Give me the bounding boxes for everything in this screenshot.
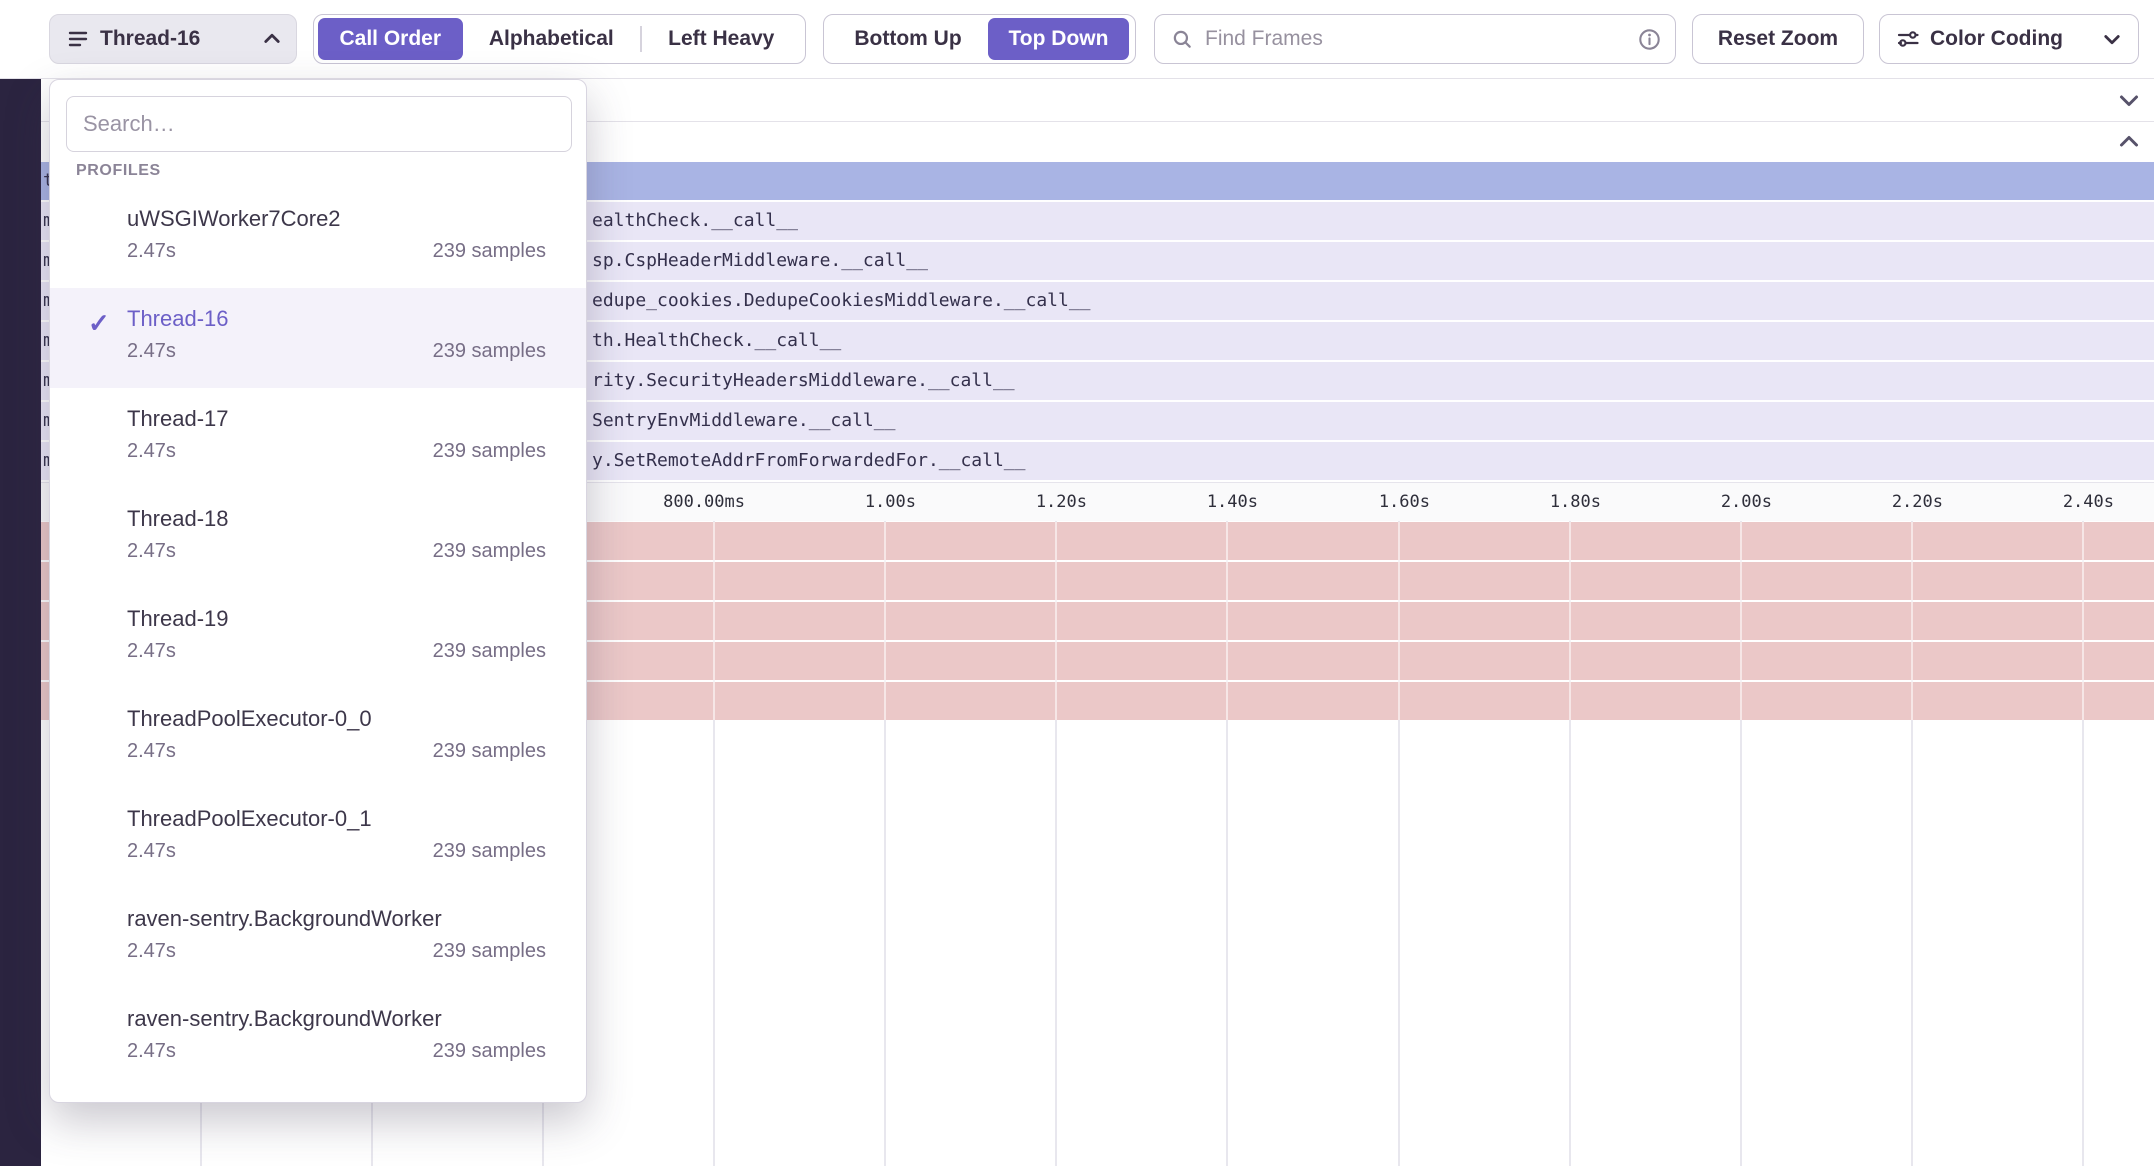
thread-selector-label: Thread-16 — [100, 27, 252, 51]
search-icon — [1171, 28, 1193, 50]
profile-option[interactable]: Thread-182.47s 239 samples — [50, 488, 586, 588]
color-coding-button[interactable]: Color Coding — [1879, 14, 2139, 64]
profile-duration: 2.47s — [127, 934, 176, 968]
profile-samples: 239 samples — [433, 834, 546, 868]
profile-option[interactable]: Thread-192.47s 239 samples — [50, 588, 586, 688]
profile-subline: 2.47s 239 samples — [127, 1034, 546, 1068]
profile-duration: 2.47s — [127, 534, 176, 568]
profile-option[interactable]: ✓ Thread-162.47s 239 samples — [50, 288, 586, 388]
profile-name: raven-sentry.BackgroundWorker — [127, 904, 546, 934]
profile-duration: 2.47s — [127, 1034, 176, 1068]
axis-tick-label: 2.20s — [1892, 483, 1943, 521]
axis-tick-label: 2.00s — [1721, 483, 1772, 521]
profile-name: Thread-17 — [127, 404, 546, 434]
color-coding-label: Color Coding — [1930, 27, 2063, 51]
chevron-down-icon — [2117, 88, 2141, 112]
axis-tick-label: 1.60s — [1379, 483, 1430, 521]
flame-row-label: y.SetRemoteAddrFromForwardedFor.__call__ — [592, 442, 1025, 480]
collapse-section-toggle[interactable] — [2116, 87, 2142, 113]
sort-option-call-order[interactable]: Call Order — [318, 18, 463, 60]
info-icon — [1638, 28, 1661, 51]
chevron-up-icon — [2117, 130, 2141, 154]
axis-tick-label: 1.80s — [1550, 483, 1601, 521]
direction-option-top-down[interactable]: Top Down — [988, 18, 1129, 60]
flame-row-label: SentryEnvMiddleware.__call__ — [592, 402, 895, 440]
profile-option[interactable]: raven-sentry.BackgroundWorker2.47s 239 sa… — [50, 888, 586, 988]
axis-tick-label: 800.00ms — [663, 483, 745, 521]
profile-name: ThreadPoolExecutor-0_0 — [127, 704, 546, 734]
profile-samples: 239 samples — [433, 934, 546, 968]
profile-duration: 2.47s — [127, 834, 176, 868]
thread-list-icon — [66, 27, 90, 51]
profile-name: Thread-16 — [127, 304, 546, 334]
profile-subline: 2.47s 239 samples — [127, 934, 546, 968]
profile-samples: 239 samples — [433, 434, 546, 468]
profile-name: uWSGIWorker7Core2 — [127, 204, 546, 234]
profile-samples: 239 samples — [433, 534, 546, 568]
profile-option[interactable]: raven-sentry.BackgroundWorker2.47s 239 sa… — [50, 988, 586, 1088]
profile-subline: 2.47s 239 samples — [127, 434, 546, 468]
flame-row-label: ealthCheck.__call__ — [592, 202, 798, 240]
sliders-icon — [1896, 27, 1920, 51]
profiles-section-label: PROFILES — [76, 162, 586, 180]
profile-option[interactable]: Thread-172.47s 239 samples — [50, 388, 586, 488]
profile-subline: 2.47s 239 samples — [127, 634, 546, 668]
profile-list: uWSGIWorker7Core22.47s239 samples✓Thread… — [50, 188, 586, 1088]
expand-section-toggle[interactable] — [2116, 129, 2142, 155]
chevron-down-icon — [2102, 29, 2122, 49]
profile-subline: 2.47s 239 samples — [127, 734, 546, 768]
find-frames-input[interactable] — [1203, 26, 1628, 52]
profile-samples: 239 samples — [433, 734, 546, 768]
axis-tick-label: 1.00s — [865, 483, 916, 521]
profile-samples: 239 samples — [433, 234, 546, 268]
flame-row-label: edupe_cookies.DedupeCookiesMiddleware.__… — [592, 282, 1091, 320]
profile-duration: 2.47s — [127, 734, 176, 768]
profile-option[interactable]: ThreadPoolExecutor-0_02.47s 239 samples — [50, 688, 586, 788]
profile-subline: 2.47s 239 samples — [127, 834, 546, 868]
direction-option-bottom-up[interactable]: Bottom Up — [828, 18, 988, 60]
chevron-up-icon — [262, 29, 282, 49]
profile-name: ThreadPoolExecutor-0_1 — [127, 804, 546, 834]
axis-tick-label: 2.40s — [2063, 483, 2114, 521]
thread-dropdown-panel: PROFILES uWSGIWorker7Core22.47s239 sampl… — [49, 79, 587, 1103]
flame-row-label: sp.CspHeaderMiddleware.__call__ — [592, 242, 928, 280]
profiler-app: tmealthCheck.__call__msp.CspHeaderMiddle… — [0, 0, 2154, 1166]
profile-option[interactable]: ThreadPoolExecutor-0_12.47s 239 samples — [50, 788, 586, 888]
profile-subline: 2.47s 239 samples — [127, 534, 546, 568]
sidebar-rail — [0, 78, 41, 1166]
profile-name: raven-sentry.BackgroundWorker — [127, 1004, 546, 1034]
axis-tick-label: 1.20s — [1036, 483, 1087, 521]
profile-name: Thread-19 — [127, 604, 546, 634]
axis-tick-label: 1.40s — [1207, 483, 1258, 521]
sort-segmented-control: Call Order Alphabetical Left Heavy — [313, 14, 806, 64]
profile-option[interactable]: uWSGIWorker7Core22.47s 239 samples — [50, 188, 586, 288]
direction-segmented-control: Bottom Up Top Down — [823, 14, 1136, 64]
flame-row-label: th.HealthCheck.__call__ — [592, 322, 841, 360]
profile-search-input[interactable] — [66, 96, 572, 152]
profile-samples: 239 samples — [433, 334, 546, 368]
reset-zoom-button[interactable]: Reset Zoom — [1692, 14, 1864, 64]
profile-duration: 2.47s — [127, 434, 176, 468]
find-frames-search — [1154, 14, 1676, 64]
toolbar: Thread-16 Call Order Alphabetical Left H… — [0, 0, 2154, 79]
sort-option-alphabetical[interactable]: Alphabetical — [463, 18, 640, 60]
profile-samples: 239 samples — [433, 1034, 546, 1068]
profile-subline: 2.47s 239 samples — [127, 334, 546, 368]
profile-duration: 2.47s — [127, 634, 176, 668]
check-icon: ✓ — [88, 308, 110, 339]
profile-duration: 2.47s — [127, 234, 176, 268]
profile-samples: 239 samples — [433, 634, 546, 668]
profile-duration: 2.47s — [127, 334, 176, 368]
thread-selector-button[interactable]: Thread-16 — [49, 14, 297, 64]
sort-option-left-heavy[interactable]: Left Heavy — [642, 18, 802, 60]
flame-row-label: rity.SecurityHeadersMiddleware.__call__ — [592, 362, 1015, 400]
profile-name: Thread-18 — [127, 504, 546, 534]
profile-subline: 2.47s 239 samples — [127, 234, 546, 268]
